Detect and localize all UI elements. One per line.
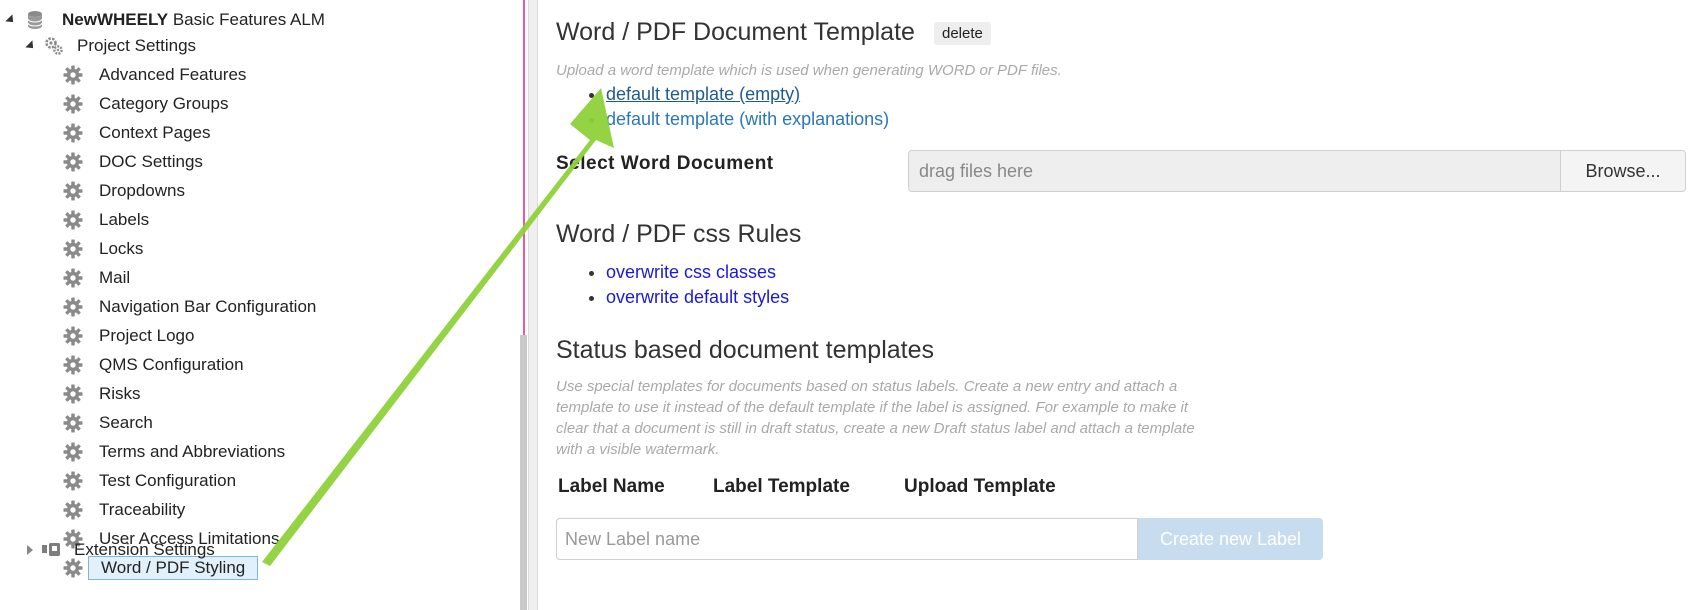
tree-item[interactable]: Test Configuration: [0, 468, 240, 494]
tree-item-label[interactable]: Locks: [95, 238, 147, 260]
tree-item-label[interactable]: DOC Settings: [95, 151, 207, 173]
css-link-item: overwrite css classes: [606, 260, 789, 285]
gear-icon: [62, 122, 84, 144]
tree-item[interactable]: Locks: [0, 236, 147, 262]
tree-extension-settings-label[interactable]: Extension Settings: [70, 539, 219, 561]
tree-item-label[interactable]: Labels: [95, 209, 153, 231]
project-name-suffix: Basic Features ALM: [168, 10, 325, 29]
gear-icon: [62, 151, 84, 173]
tree-item[interactable]: Labels: [0, 207, 153, 233]
gear-icon: [62, 93, 84, 115]
tree-item-label[interactable]: Project Logo: [95, 325, 198, 347]
tree-extension-settings[interactable]: Extension Settings: [0, 537, 219, 563]
main-panel: Word / PDF Document Template delete Uplo…: [556, 0, 1686, 610]
tree-project-settings-label[interactable]: Project Settings: [73, 35, 200, 57]
tree-item-label[interactable]: Advanced Features: [95, 64, 250, 86]
collapsed-triangle-icon[interactable]: [27, 545, 33, 555]
tree-item-label[interactable]: Terms and Abbreviations: [95, 441, 289, 463]
column-header-upload-template: Upload Template: [904, 476, 1056, 497]
template-link-item: default template (with explanations): [606, 107, 889, 132]
status-section-title: Status based document templates: [556, 336, 935, 364]
template-hint: Upload a word template which is used whe…: [556, 62, 1062, 79]
gear-icon: [62, 64, 84, 86]
database-icon: [24, 9, 46, 31]
template-section-title: Word / PDF Document Template: [556, 18, 915, 46]
gear-icon: [62, 209, 84, 231]
settings-tree: NewWHEELY Basic Features ALM Project Set…: [0, 0, 520, 610]
expand-triangle-icon[interactable]: [25, 40, 37, 52]
tree-item-label[interactable]: QMS Configuration: [95, 354, 248, 376]
tree-item[interactable]: Advanced Features: [0, 62, 250, 88]
overwrite-css-classes-link[interactable]: overwrite css classes: [606, 262, 776, 282]
css-link-item: overwrite default styles: [606, 285, 789, 310]
gear-icon: [62, 238, 84, 260]
tree-item[interactable]: Project Logo: [0, 323, 198, 349]
delete-template-button[interactable]: delete: [934, 22, 991, 45]
pane-splitter[interactable]: [528, 0, 538, 610]
overwrite-default-styles-link[interactable]: overwrite default styles: [606, 287, 789, 307]
tree-root[interactable]: NewWHEELY Basic Features ALM: [0, 7, 329, 33]
css-links: overwrite css classes overwrite default …: [556, 260, 789, 310]
tree-item-label[interactable]: Mail: [95, 267, 134, 289]
default-template-empty-link[interactable]: default template (empty): [606, 84, 800, 104]
tree-scrollbar-thumb[interactable]: [520, 335, 527, 610]
template-link-item: default template (empty): [606, 82, 889, 107]
tree-item-label[interactable]: Category Groups: [95, 93, 232, 115]
gear-icon: [62, 383, 84, 405]
tree-item-label[interactable]: Traceability: [95, 499, 189, 521]
file-drop-zone[interactable]: drag files here: [909, 151, 1560, 191]
status-hint-line: clear that a document is still in draft …: [556, 420, 1195, 437]
project-name: NewWHEELY: [62, 10, 169, 29]
tree-item-label[interactable]: Navigation Bar Configuration: [95, 296, 320, 318]
tree-project-settings[interactable]: Project Settings: [0, 33, 200, 59]
splitter-accent-line: [523, 0, 525, 335]
tree-item[interactable]: Category Groups: [0, 91, 232, 117]
browse-button[interactable]: Browse...: [1560, 151, 1685, 191]
gear-icon: [62, 412, 84, 434]
gear-icon: [62, 325, 84, 347]
default-template-explanations-link[interactable]: default template (with explanations): [606, 109, 889, 129]
gear-icon: [62, 499, 84, 521]
status-hint-line: Use special templates for documents base…: [556, 378, 1178, 395]
tree-item-label[interactable]: Test Configuration: [95, 470, 240, 492]
tree-item[interactable]: Context Pages: [0, 120, 215, 146]
file-upload-control[interactable]: drag files here Browse...: [908, 150, 1686, 192]
gear-icon: [62, 180, 84, 202]
tree-item[interactable]: Traceability: [0, 497, 189, 523]
gears-icon: [43, 35, 65, 57]
select-word-document-label: Select Word Document: [556, 153, 774, 174]
tree-item-label[interactable]: Risks: [95, 383, 145, 405]
tree-item[interactable]: Navigation Bar Configuration: [0, 294, 320, 320]
tree-item[interactable]: Risks: [0, 381, 145, 407]
gear-icon: [62, 354, 84, 376]
status-hint: Use special templates for documents base…: [556, 376, 1195, 460]
new-label-name-input[interactable]: [556, 518, 1138, 560]
tree-item[interactable]: Dropdowns: [0, 178, 189, 204]
tree-item[interactable]: QMS Configuration: [0, 352, 248, 378]
column-header-label-name: Label Name: [558, 476, 665, 497]
gear-icon: [62, 296, 84, 318]
gear-icon: [62, 267, 84, 289]
gear-icon: [62, 470, 84, 492]
plugin-icon: [40, 539, 62, 561]
template-links: default template (empty) default templat…: [556, 82, 889, 132]
gear-icon: [62, 441, 84, 463]
column-header-label-template: Label Template: [713, 476, 850, 497]
tree-item[interactable]: Search: [0, 410, 157, 436]
tree-item-label[interactable]: Search: [95, 412, 157, 434]
tree-item-label[interactable]: Dropdowns: [95, 180, 189, 202]
create-new-label-button[interactable]: Create new Label: [1138, 518, 1323, 560]
status-hint-line: with a visible watermark.: [556, 441, 720, 458]
tree-item[interactable]: Mail: [0, 265, 134, 291]
tree-item[interactable]: Terms and Abbreviations: [0, 439, 289, 465]
status-hint-line: template to use it instead of the defaul…: [556, 399, 1189, 416]
css-section-title: Word / PDF css Rules: [556, 220, 802, 248]
tree-item[interactable]: DOC Settings: [0, 149, 207, 175]
tree-root-label[interactable]: NewWHEELY Basic Features ALM: [58, 9, 329, 31]
tree-item-label[interactable]: Context Pages: [95, 122, 215, 144]
expand-triangle-icon[interactable]: [5, 14, 17, 26]
